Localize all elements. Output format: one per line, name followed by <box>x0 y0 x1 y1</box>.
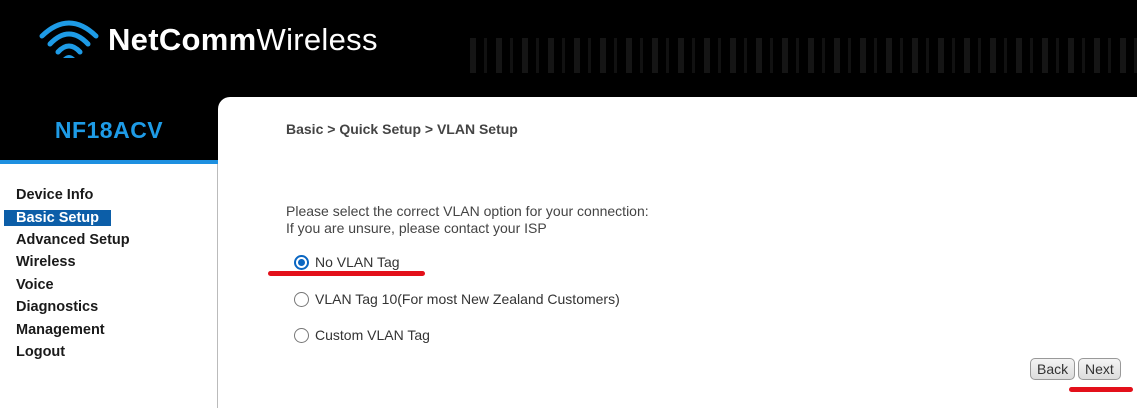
vlan-option-label: No VLAN Tag <box>315 254 400 270</box>
next-button[interactable]: Next <box>1078 358 1121 380</box>
sidebar-nav: Device Info Basic Setup Advanced Setup W… <box>4 184 142 364</box>
back-button[interactable]: Back <box>1030 358 1076 380</box>
brand-logo: NetCommWireless <box>38 10 378 70</box>
annotation-underline <box>1069 387 1133 392</box>
sidebar-item-voice[interactable]: Voice <box>4 274 142 297</box>
intro-line-1: Please select the correct VLAN option fo… <box>286 203 649 219</box>
sidebar-item-device-info[interactable]: Device Info <box>4 184 142 207</box>
radio-vlan-tag-10[interactable] <box>294 291 309 307</box>
main-panel: Basic > Quick Setup > VLAN Setup Please … <box>218 97 1137 408</box>
header: NetCommWireless <box>0 0 1137 97</box>
radio-no-vlan-tag[interactable] <box>294 254 309 270</box>
wifi-wave-icon <box>39 20 99 58</box>
model-name: NF18ACV <box>0 97 218 163</box>
sidebar-item-management[interactable]: Management <box>4 319 142 342</box>
sidebar-item-logout[interactable]: Logout <box>4 341 142 364</box>
vlan-option-tag-10[interactable]: VLAN Tag 10(For most New Zealand Custome… <box>294 289 620 309</box>
vlan-option-no-tag[interactable]: No VLAN Tag <box>294 252 400 272</box>
header-pattern <box>470 38 1137 73</box>
sidebar-item-basic-setup[interactable]: Basic Setup <box>4 209 111 226</box>
annotation-underline <box>268 271 425 276</box>
sidebar-item-wireless[interactable]: Wireless <box>4 251 142 274</box>
sidebar-item-diagnostics[interactable]: Diagnostics <box>4 296 142 319</box>
sidebar-item-advanced-setup[interactable]: Advanced Setup <box>4 229 142 252</box>
brand-name: NetCommWireless <box>108 22 378 57</box>
vlan-option-label: Custom VLAN Tag <box>315 327 430 343</box>
breadcrumb: Basic > Quick Setup > VLAN Setup <box>286 121 518 137</box>
vlan-option-custom[interactable]: Custom VLAN Tag <box>294 325 430 345</box>
radio-custom-vlan-tag[interactable] <box>294 327 309 343</box>
intro-line-2: If you are unsure, please contact your I… <box>286 220 547 236</box>
intro-text: Please select the correct VLAN option fo… <box>286 203 649 237</box>
vlan-option-label: VLAN Tag 10(For most New Zealand Custome… <box>315 291 620 307</box>
sidebar: Device Info Basic Setup Advanced Setup W… <box>0 164 218 408</box>
